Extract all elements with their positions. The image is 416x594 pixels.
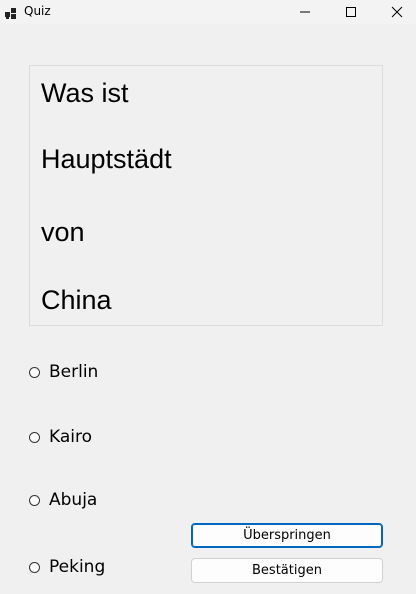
- radio-button[interactable]: [29, 431, 40, 443]
- close-icon: [391, 6, 403, 18]
- maximize-icon: [346, 7, 356, 17]
- minimize-button[interactable]: [282, 0, 328, 24]
- radio-button[interactable]: [29, 366, 40, 378]
- option-label: Berlin: [49, 362, 99, 382]
- radio-button[interactable]: [29, 494, 40, 506]
- minimize-icon: [300, 11, 310, 13]
- option-kairo[interactable]: Kairo: [29, 427, 92, 447]
- option-berlin[interactable]: Berlin: [29, 362, 98, 382]
- question-line-4: China: [41, 285, 112, 315]
- question-line-2: Hauptstädt: [41, 144, 172, 174]
- option-label: Kairo: [49, 427, 93, 447]
- option-peking[interactable]: Peking: [29, 557, 105, 577]
- skip-button[interactable]: Überspringen: [191, 523, 383, 548]
- question-line-3: von: [41, 217, 85, 247]
- option-label: Abuja: [49, 490, 98, 510]
- app-icon: [5, 5, 17, 19]
- question-line-1: Was ist: [41, 78, 129, 108]
- question-panel: Was ist Hauptstädt von China: [29, 65, 383, 326]
- window-title: Quiz: [24, 4, 51, 18]
- maximize-button[interactable]: [328, 0, 374, 24]
- title-bar: Quiz: [0, 0, 416, 24]
- confirm-button[interactable]: Bestätigen: [191, 558, 383, 583]
- radio-button[interactable]: [29, 561, 40, 573]
- option-label: Peking: [49, 557, 106, 577]
- option-abuja[interactable]: Abuja: [29, 490, 97, 510]
- close-button[interactable]: [374, 0, 416, 24]
